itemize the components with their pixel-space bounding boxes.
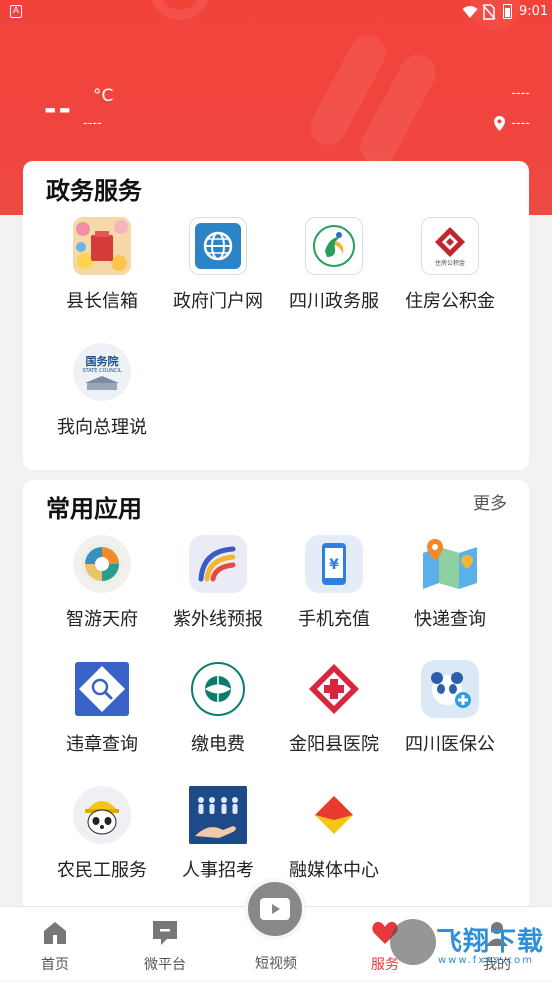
status-bar: A 9:01	[0, 0, 552, 24]
clock: 9:01	[519, 4, 549, 19]
service-item-sichuan-gov[interactable]: 四川政务服	[276, 217, 392, 313]
app-item-media-center[interactable]: 融媒体中心	[276, 786, 392, 882]
express-map-icon	[421, 535, 479, 593]
app-label: 融媒体中心	[289, 860, 379, 881]
mailbox-icon	[73, 217, 131, 275]
violation-search-icon	[73, 660, 131, 718]
app-item-express[interactable]: 快递查询	[392, 535, 508, 631]
app-item-medical-insurance[interactable]: 四川医保公	[392, 660, 508, 756]
service-label: 住房公积金	[405, 291, 495, 312]
app-label: 金阳县医院	[289, 734, 379, 755]
nav-item-wechat-platform[interactable]: 微平台	[115, 907, 215, 982]
medical-insurance-icon	[421, 660, 479, 718]
no-sim-icon	[482, 4, 496, 20]
nav-label: 短视频	[255, 956, 297, 972]
hospital-icon	[305, 660, 363, 718]
phone-recharge-icon: ¥	[305, 535, 363, 593]
state-grid-icon	[189, 660, 247, 718]
weather-info: ----	[511, 86, 530, 101]
nav-label: 微平台	[144, 957, 186, 973]
service-item-state-council[interactable]: 国务院 STATE COUNCIL 我向总理说	[44, 343, 160, 439]
weather-description: ----	[83, 116, 102, 131]
watermark: 飞翔下载 www.fxxz.com	[390, 915, 550, 975]
location-pin-icon	[494, 116, 506, 131]
gov-services-card: 政务服务 县长信箱 政府门户网 四川政务服 住房公积金 住房公积金 国务院 ST…	[23, 161, 529, 470]
home-icon	[44, 922, 66, 944]
app-item-recharge[interactable]: ¥ 手机充值	[276, 535, 392, 631]
video-icon	[260, 898, 290, 920]
wifi-icon	[462, 6, 478, 18]
nav-label: 首页	[41, 957, 69, 973]
recruitment-icon	[189, 786, 247, 844]
app-label: 紫外线预报	[173, 609, 263, 630]
service-label: 我向总理说	[57, 417, 147, 438]
app-label: 四川医保公	[405, 734, 495, 755]
section-title: 政务服务	[46, 177, 142, 205]
app-item-hospital[interactable]: 金阳县医院	[276, 660, 392, 756]
app-label: 快递查询	[414, 609, 486, 630]
more-link[interactable]: 更多	[473, 489, 507, 514]
app-label: 缴电费	[191, 734, 245, 755]
app-item-uv[interactable]: 紫外线预报	[160, 535, 276, 631]
sichuan-gov-icon	[305, 217, 363, 275]
service-label: 县长信箱	[66, 291, 138, 312]
weather-unit: °C	[93, 86, 114, 106]
media-center-icon	[305, 786, 363, 844]
service-item-mailbox[interactable]: 县长信箱	[44, 217, 160, 313]
watermark-text: 飞翔下载	[436, 927, 545, 957]
common-apps-card: 常用应用 更多 智游天府 紫外线预报 ¥ 手机充值 快递查询 违章查询 缴电费 …	[23, 480, 529, 920]
housing-logo-text: 住房公积金	[434, 260, 465, 267]
app-item-travel[interactable]: 智游天府	[44, 535, 160, 631]
weather-temperature: --	[44, 92, 73, 127]
service-item-housing-fund[interactable]: 住房公积金 住房公积金	[392, 217, 508, 313]
watermark-logo-icon	[390, 919, 436, 965]
travel-icon	[73, 535, 131, 593]
app-label: 手机充值	[298, 609, 370, 630]
app-label: 人事招考	[182, 860, 254, 881]
nav-item-short-video[interactable]	[244, 878, 306, 940]
service-label: 政府门户网	[173, 291, 263, 312]
app-item-recruitment[interactable]: 人事招考	[160, 786, 276, 882]
svg-text:¥: ¥	[329, 557, 339, 573]
location-text: ----	[511, 116, 530, 131]
uv-icon	[189, 535, 247, 593]
app-label: 违章查询	[66, 734, 138, 755]
state-council-icon: 国务院 STATE COUNCIL	[73, 343, 131, 401]
globe-icon	[189, 217, 247, 275]
battery-icon	[503, 4, 512, 19]
app-item-violation[interactable]: 违章查询	[44, 660, 160, 756]
nav-item-home[interactable]: 首页	[5, 907, 105, 982]
location[interactable]: ----	[494, 116, 530, 131]
section-title: 常用应用	[46, 495, 142, 523]
app-notification-icon: A	[10, 5, 22, 18]
service-label: 四川政务服	[289, 291, 379, 312]
chat-icon	[153, 921, 177, 945]
state-council-logo-sub: STATE COUNCIL	[82, 368, 122, 374]
service-item-gov-portal[interactable]: 政府门户网	[160, 217, 276, 313]
state-council-logo-text: 国务院	[85, 355, 119, 368]
app-item-electricity[interactable]: 缴电费	[160, 660, 276, 756]
worker-panda-icon	[73, 786, 131, 844]
watermark-url: www.fxxz.com	[438, 955, 534, 966]
app-item-migrant-worker[interactable]: 农民工服务	[44, 786, 160, 882]
app-label: 智游天府	[66, 609, 138, 630]
app-label: 农民工服务	[57, 860, 147, 881]
